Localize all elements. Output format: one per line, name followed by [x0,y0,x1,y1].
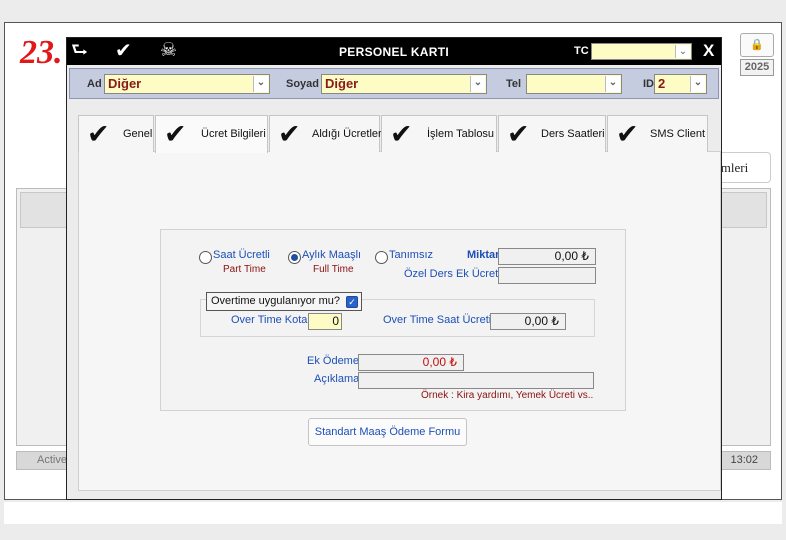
ek-odeme-label: Ek Ödeme [307,355,359,367]
status-time: 13:02 [730,454,758,466]
part-time-label: Part Time [223,264,266,275]
radio-saat-ucretli[interactable] [199,251,212,264]
tab-islem-tablosu[interactable]: ✔ İşlem Tablosu [381,115,497,152]
lock-icon: 🔒 [750,39,764,51]
radio-tanimsiz[interactable] [375,251,388,264]
id-combo[interactable]: 2 ⌄ [654,74,707,94]
tab-label: Ücret Bilgileri [201,128,266,140]
radio-aylik-maasli[interactable] [288,251,301,264]
standart-maas-odeme-button[interactable]: Standart Maaş Ödeme Formu [308,418,467,446]
tab-ucret-bilgileri[interactable]: ✔ Ücret Bilgileri [155,115,268,153]
tab-genel[interactable]: ✔ Genel [78,115,154,152]
id-value: 2 [658,76,666,91]
check-icon: ✔ [507,119,530,149]
tab-panel-ucret-bilgileri: Saat Ücretli Part Time Aylık Maaşlı Full… [78,151,721,491]
ek-odeme-field[interactable]: 0,00 ₺ [358,354,464,371]
tc-combo[interactable]: ⌄ [591,43,692,60]
aylik-maasli-label: Aylık Maaşlı [302,249,362,261]
full-time-label: Full Time [313,264,354,275]
lock-button[interactable]: 🔒 [740,33,774,57]
tel-label: Tel [506,78,522,90]
overtime-saat-field[interactable]: 0,00 ₺ [490,313,566,330]
aciklama-label: Açıklama [314,373,360,385]
check-icon: ✔ [390,119,413,149]
background-bottom-strip [4,502,782,524]
chevron-down-icon[interactable]: ⌄ [253,76,268,92]
title-bar: ⮑ ✔ ☠ PERSONEL KARTI TC ⌄ X [67,38,721,65]
tanimsiz-label: Tanımsız [389,249,434,261]
filter-bar: Ad Diğer ⌄ Soyad Diğer ⌄ Tel ⌄ ID 2 ⌄ [69,68,719,99]
record-number: 23. [20,34,63,71]
tab-ders-saatleri[interactable]: ✔ Ders Saatleri [498,115,606,152]
status-text: Active [37,454,67,466]
ornek-hint: Örnek : Kira yardımı, Yemek Ücreti vs.. [421,390,594,401]
overtime-checkbox[interactable]: Overtime uygulanıyor mu? ✓ [206,292,362,311]
check-icon: ✔ [87,119,110,149]
ozel-ders-field[interactable] [498,267,596,284]
chevron-down-icon[interactable]: ⌄ [675,45,690,58]
checkbox-check-icon[interactable]: ✓ [346,296,358,308]
overtime-saat-label: Over Time Saat Ücreti [383,314,492,326]
miktar-field[interactable]: 0,00 ₺ [498,248,596,265]
tel-combo[interactable]: ⌄ [526,74,622,94]
ad-value: Diğer [108,76,142,91]
tc-label: TC [574,45,589,57]
year-badge[interactable]: 2025 [740,59,774,76]
chevron-down-icon[interactable]: ⌄ [470,76,485,92]
aciklama-field[interactable] [358,372,594,389]
overtime-kota-label: Over Time Kota [231,314,308,326]
overtime-checkbox-label: Overtime uygulanıyor mu? [211,295,340,307]
soyad-combo[interactable]: Diğer ⌄ [321,74,487,94]
soyad-label: Soyad [286,78,320,90]
tab-bar: ✔ Genel ✔ Ücret Bilgileri ✔ Aldığı Ücret… [78,115,708,153]
tab-aldigi-ucretler[interactable]: ✔ Aldığı Ücretler [269,115,382,152]
tab-label: SMS Client [650,128,706,140]
chevron-down-icon[interactable]: ⌄ [605,76,620,92]
check-icon: ✔ [164,119,187,149]
soyad-value: Diğer [325,76,359,91]
miktar-label: Miktar [467,249,500,261]
tab-label: Ders Saatleri [541,128,605,140]
tab-label: Aldığı Ücretler [312,128,382,140]
check-icon: ✔ [278,119,301,149]
tab-sms-client[interactable]: ✔ SMS Client [607,115,708,152]
chevron-down-icon[interactable]: ⌄ [690,76,705,92]
overtime-kota-field[interactable]: 0 [308,313,342,330]
id-label: ID [643,78,654,90]
saat-ucretli-label: Saat Ücretli [213,249,270,261]
check-icon: ✔ [616,119,639,149]
tab-label: İşlem Tablosu [427,128,495,140]
personel-karti-dialog: ⮑ ✔ ☠ PERSONEL KARTI TC ⌄ X Ad Diğer ⌄ S… [66,37,722,500]
ad-label: Ad [87,78,102,90]
ad-combo[interactable]: Diğer ⌄ [104,74,270,94]
ucret-form-group: Saat Ücretli Part Time Aylık Maaşlı Full… [160,229,626,411]
close-button[interactable]: X [703,41,714,61]
tab-label: Genel [123,128,153,140]
ozel-ders-label: Özel Ders Ek Ücret [404,268,499,280]
